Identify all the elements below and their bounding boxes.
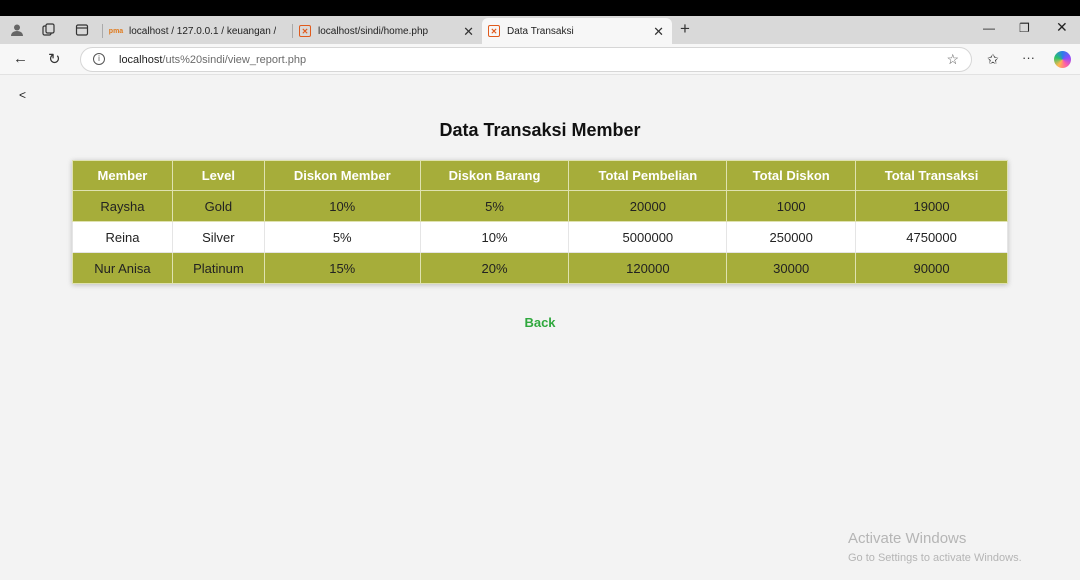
table-row: Reina Silver 5% 10% 5000000 250000 47500…: [72, 221, 1008, 253]
tab-phpmyadmin[interactable]: pma localhost / 127.0.0.1 / keuangan /: [104, 18, 292, 44]
restore-icon[interactable]: ❐: [1019, 21, 1030, 35]
table-cell: Reina: [72, 221, 173, 253]
copilot-icon[interactable]: [1054, 51, 1071, 68]
table-cell: Silver: [171, 221, 265, 253]
windows-activation-watermark: Activate Windows: [848, 530, 967, 547]
back-link[interactable]: Back: [0, 315, 1080, 330]
page-content: < Data Transaksi Member Member Level Dis…: [0, 76, 1080, 580]
screen-top-bar: [0, 0, 1080, 16]
column-header: Total Transaksi: [855, 160, 1008, 191]
tab-strip: pma localhost / 127.0.0.1 / keuangan / ✕…: [0, 16, 1080, 44]
tab-home[interactable]: ✕ localhost/sindi/home.php ✕: [293, 18, 482, 44]
tab-actions-icon[interactable]: [74, 22, 90, 38]
column-header: Total Diskon: [726, 160, 857, 191]
table-cell: 19000: [855, 190, 1008, 222]
favorite-star-icon[interactable]: ☆: [946, 51, 959, 68]
close-tab-icon[interactable]: ✕: [653, 24, 664, 40]
table-cell: 20000: [568, 190, 728, 222]
table-cell: 1000: [726, 190, 857, 222]
tab-title: Data Transaksi: [507, 25, 574, 37]
tab-data-transaksi[interactable]: ✕ Data Transaksi ✕: [482, 18, 672, 44]
workspaces-icon[interactable]: [41, 22, 57, 38]
tab-separator: [102, 24, 103, 38]
table-row: Nur Anisa Platinum 15% 20% 120000 30000 …: [72, 252, 1008, 284]
table-cell: 20%: [419, 252, 570, 284]
close-window-icon[interactable]: ✕: [1056, 19, 1068, 36]
table-cell: 90000: [855, 252, 1008, 284]
favorites-icon[interactable]: ✩: [987, 51, 999, 68]
xampp-icon: ✕: [299, 25, 311, 37]
back-nav-icon[interactable]: ←: [13, 50, 28, 67]
page-title: Data Transaksi Member: [439, 120, 641, 140]
url-text: localhost/uts%20sindi/view_report.php: [119, 54, 306, 66]
windows-activation-hint: Go to Settings to activate Windows.: [848, 552, 1022, 564]
site-info-icon[interactable]: i: [93, 53, 105, 65]
phpmyadmin-icon: pma: [108, 27, 124, 35]
table-cell: 250000: [726, 221, 857, 253]
column-header: Diskon Barang: [419, 160, 570, 191]
column-header: Total Pembelian: [568, 160, 728, 191]
table-cell: Nur Anisa: [72, 252, 173, 284]
profile-icon[interactable]: [9, 22, 25, 38]
table-cell: 4750000: [855, 221, 1008, 253]
url-host: localhost: [119, 54, 163, 66]
tab-title: localhost/sindi/home.php: [318, 25, 429, 37]
table-cell: 5%: [263, 221, 421, 253]
navigation-bar: ← ↻ i localhost/uts%20sindi/view_report.…: [0, 44, 1080, 75]
table-header-row: Member Level Diskon Member Diskon Barang…: [72, 160, 1008, 191]
tab-title: localhost / 127.0.0.1 / keuangan /: [129, 25, 277, 37]
table-cell: 10%: [263, 190, 421, 222]
minimize-icon[interactable]: —: [983, 21, 995, 35]
refresh-icon[interactable]: ↻: [48, 50, 61, 68]
more-options-icon[interactable]: ···: [1022, 50, 1035, 65]
url-path: /uts%20sindi/view_report.php: [162, 54, 307, 66]
table-cell: 10%: [419, 221, 570, 253]
table-cell: Raysha: [72, 190, 173, 222]
column-header: Level: [171, 160, 265, 191]
close-tab-icon[interactable]: ✕: [463, 24, 474, 40]
column-header: Member: [72, 160, 173, 191]
table-cell: 120000: [568, 252, 728, 284]
back-arrow-link[interactable]: <: [19, 88, 26, 102]
new-tab-icon[interactable]: +: [680, 19, 690, 39]
xampp-icon: ✕: [488, 25, 500, 37]
address-bar[interactable]: i localhost/uts%20sindi/view_report.php …: [80, 47, 972, 72]
table-cell: 5%: [419, 190, 570, 222]
transaction-table: Member Level Diskon Member Diskon Barang…: [72, 160, 1008, 284]
table-cell: 15%: [263, 252, 421, 284]
table-row: Raysha Gold 10% 5% 20000 1000 19000: [72, 190, 1008, 222]
table-cell: Platinum: [171, 252, 265, 284]
column-header: Diskon Member: [263, 160, 421, 191]
table-cell: 30000: [726, 252, 857, 284]
table-cell: Gold: [171, 190, 265, 222]
table-cell: 5000000: [568, 221, 728, 253]
